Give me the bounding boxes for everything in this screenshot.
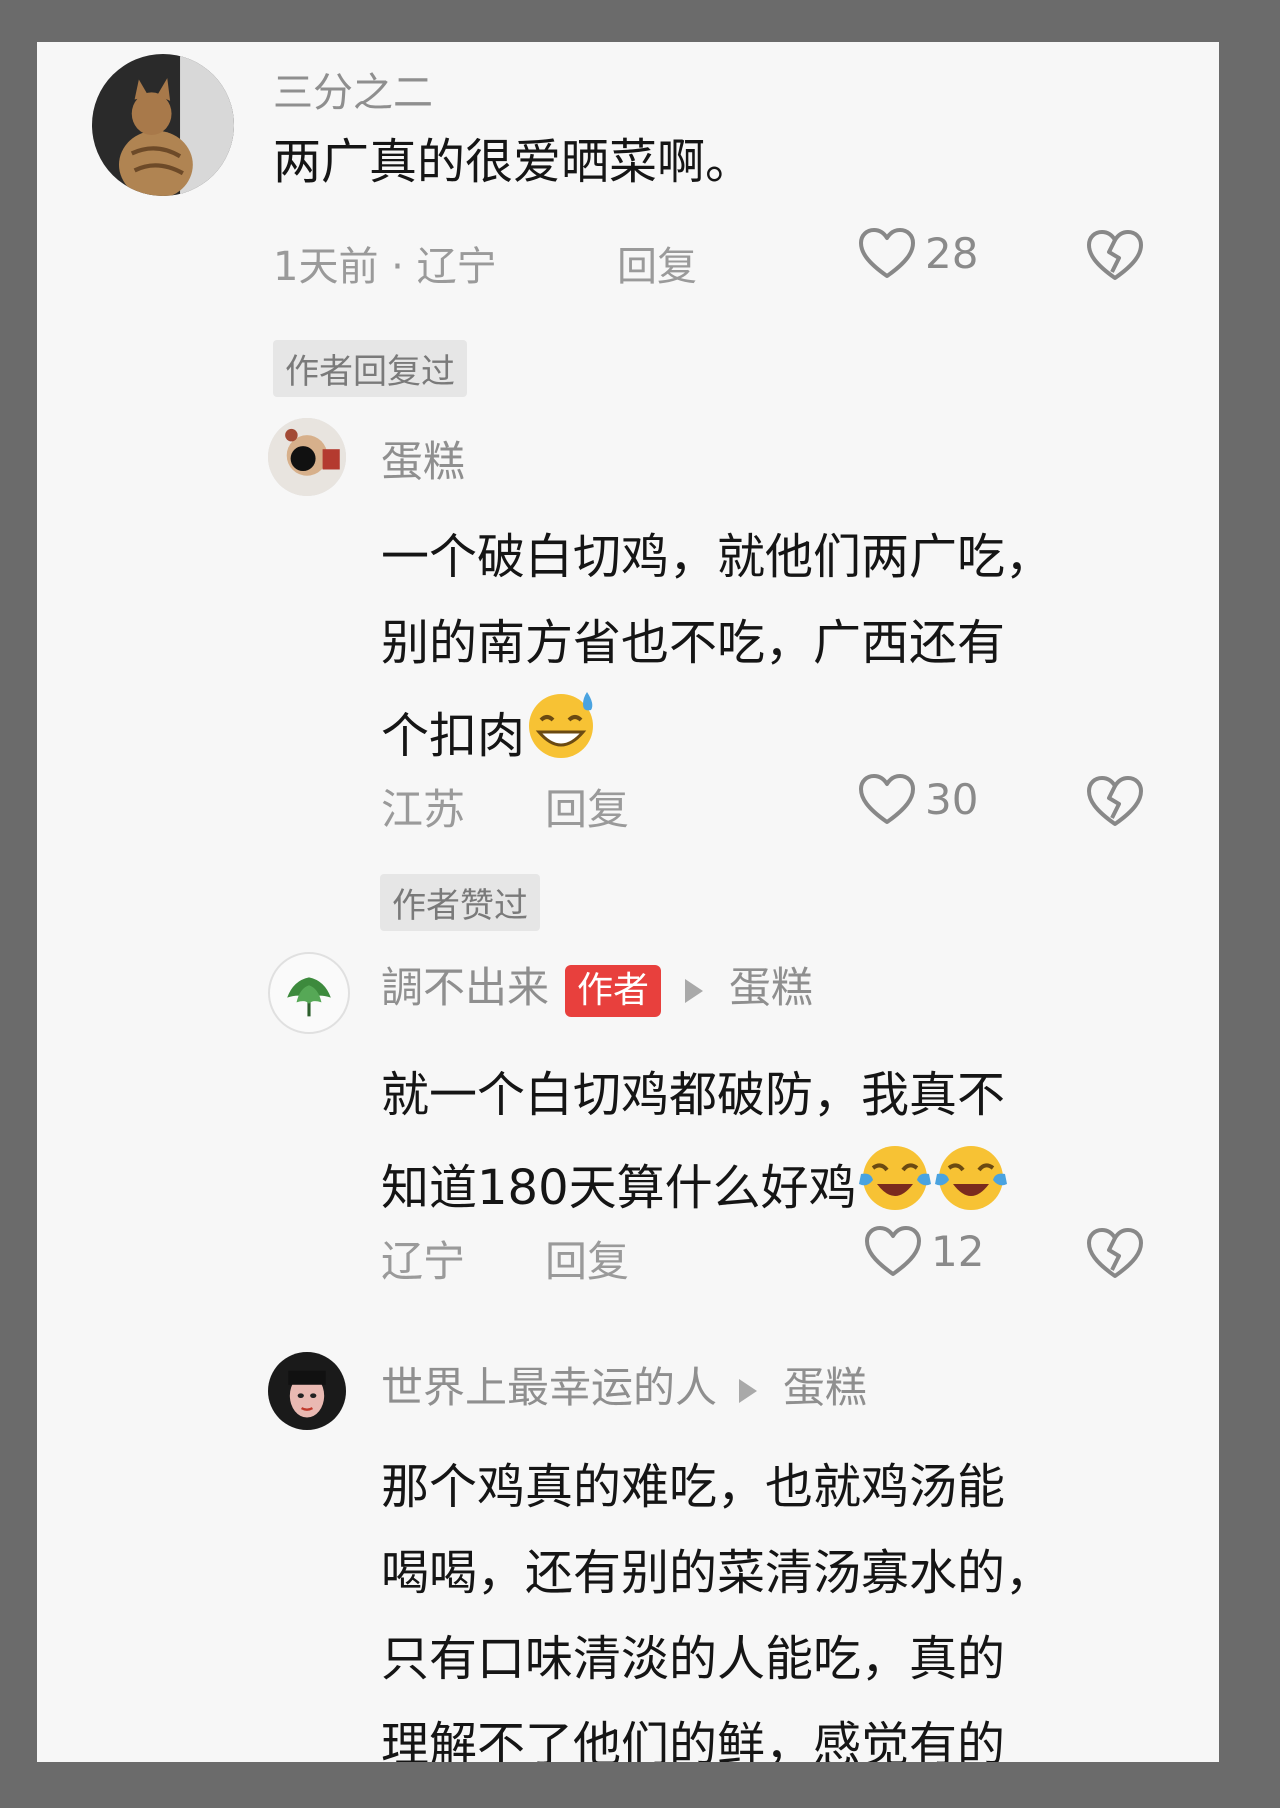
like-count: 28 — [925, 228, 979, 278]
comment-author-row: 調不出来 作者 蛋糕 — [381, 958, 813, 1018]
dislike-broken-heart-icon[interactable] — [1085, 228, 1145, 282]
avatar-cake[interactable] — [268, 418, 346, 496]
comment-author[interactable]: 調不出来 — [381, 963, 549, 1012]
comment-text: 就一个白切鸡都破防，我真不 知道180天算什么好鸡 — [381, 1052, 1009, 1241]
comment-meta: 辽宁 — [381, 1237, 466, 1286]
reply-button[interactable]: 回复 — [545, 776, 629, 837]
comment-text-line: 喝喝，还有别的菜清汤寡水的， — [381, 1545, 1054, 1601]
comment-text-line: 别的南方省也不吃，广西还有 — [381, 615, 1006, 671]
reply-to-user[interactable]: 蛋糕 — [783, 1363, 867, 1412]
author-liked-badge: 作者赞过 — [380, 874, 540, 931]
comment-text-line: 就一个白切鸡都破防，我真不 — [381, 1067, 1006, 1123]
avatar-leaf[interactable] — [268, 952, 350, 1034]
comment-text-line: 理解不了他们的鲜，感觉有的 — [381, 1717, 1006, 1762]
author-tag-badge: 作者 — [565, 964, 662, 1017]
comment-text-line: 个扣肉 — [381, 708, 526, 764]
comment-author[interactable]: 世界上最幸运的人 — [381, 1363, 717, 1412]
avatar-woman[interactable] — [268, 1352, 346, 1430]
comment-thread: 三分之二 两广真的很爱晒菜啊。 1天前 · 辽宁 回复 28 作者回复过 蛋糕 … — [37, 42, 1219, 1762]
like-heart-icon — [859, 228, 915, 278]
comment-author[interactable]: 三分之二 — [273, 60, 433, 118]
reply-button[interactable]: 回复 — [617, 234, 697, 292]
comment-text: 一个破白切鸡，就他们两广吃， 别的南方省也不吃，广西还有 个扣肉 — [381, 514, 1053, 789]
comment-text-line: 那个鸡真的难吃，也就鸡汤能 — [381, 1459, 1006, 1515]
comment-author-row: 世界上最幸运的人 蛋糕 — [381, 1358, 867, 1418]
reply-to-user[interactable]: 蛋糕 — [729, 963, 813, 1012]
comment-text: 那个鸡真的难吃，也就鸡汤能 喝喝，还有别的菜清汤寡水的， 只有口味清淡的人能吃，… — [381, 1444, 1053, 1762]
like-button[interactable]: 12 — [863, 1224, 984, 1278]
reply-arrow-icon — [739, 1378, 758, 1403]
comment-text-line: 只有口味清淡的人能吃，真的 — [381, 1631, 1006, 1687]
comment-meta: 江苏 — [381, 785, 466, 834]
avatar-cat[interactable] — [92, 54, 234, 196]
like-button[interactable]: 28 — [857, 226, 978, 280]
comment-meta: 1天前 · 辽宁 — [273, 244, 497, 290]
comment-text-line: 一个破白切鸡，就他们两广吃， — [381, 529, 1054, 585]
dislike-broken-heart-icon[interactable] — [1085, 1226, 1145, 1280]
comment-text: 两广真的很爱晒菜啊。 — [273, 134, 754, 190]
like-heart-icon — [865, 1226, 921, 1276]
reply-button[interactable]: 回复 — [545, 1228, 629, 1289]
like-count: 12 — [931, 1226, 985, 1276]
dislike-broken-heart-icon[interactable] — [1085, 774, 1145, 828]
comment-author[interactable]: 蛋糕 — [381, 428, 465, 489]
comment-text-line: 知道180天算什么好鸡 — [381, 1160, 857, 1216]
like-count: 30 — [925, 774, 979, 824]
sweat-smile-emoji — [525, 686, 601, 789]
like-heart-icon — [859, 774, 915, 824]
reply-arrow-icon — [685, 978, 704, 1003]
like-button[interactable]: 30 — [857, 772, 978, 826]
author-replied-badge: 作者回复过 — [273, 340, 467, 397]
